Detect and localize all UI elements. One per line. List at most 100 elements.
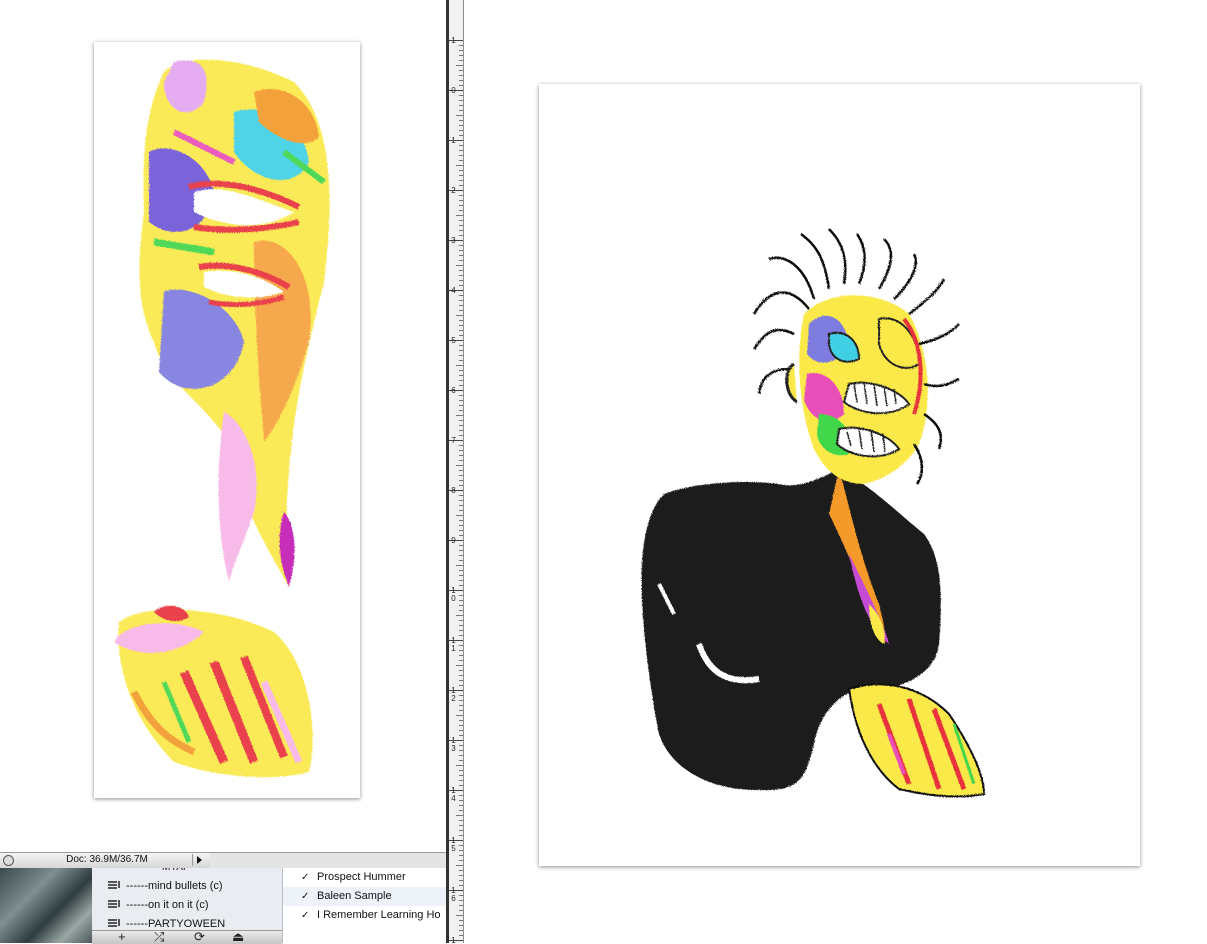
ruler-minor-tick <box>459 685 463 686</box>
ruler-minor-tick <box>459 485 463 486</box>
ruler-minor-tick <box>459 345 463 346</box>
ruler-minor-tick <box>459 160 463 161</box>
ruler-minor-tick <box>459 750 463 751</box>
ruler-minor-tick <box>459 470 463 471</box>
ruler-minor-tick <box>459 235 463 236</box>
ruler-minor-tick <box>459 395 463 396</box>
ruler-minor-tick <box>459 285 463 286</box>
ruler-minor-tick <box>456 515 463 516</box>
track-row[interactable]: ✓ Prospect Hummer <box>283 868 448 887</box>
ruler-minor-tick <box>459 175 463 176</box>
track-list[interactable]: ✓ Prospect Hummer ✓ Baleen Sample ✓ I Remem… <box>283 868 448 943</box>
ruler-minor-tick <box>459 610 463 611</box>
ruler-minor-tick <box>459 310 463 311</box>
ruler-minor-tick <box>459 870 463 871</box>
playlist-controls-bar: + ⤮ ⟳ ⏏ <box>92 930 282 944</box>
playlist-item-label: ------mind bullets (c) <box>126 880 223 892</box>
ruler-minor-tick <box>459 675 463 676</box>
ruler-minor-tick <box>459 80 463 81</box>
ruler-minor-tick <box>459 700 463 701</box>
ruler-minor-tick <box>459 170 463 171</box>
ruler-minor-tick <box>459 720 463 721</box>
add-playlist-button[interactable]: + <box>118 930 126 944</box>
vertical-ruler: 101234567891 01 11 21 31 41 51 61 7 <box>449 0 464 943</box>
ruler-label: 1 0 <box>451 586 456 603</box>
ruler-minor-tick <box>456 815 463 816</box>
ruler-minor-tick <box>459 580 463 581</box>
album-artwork[interactable] <box>0 868 92 943</box>
ruler-minor-tick <box>459 375 463 376</box>
ruler-minor-tick <box>459 850 463 851</box>
crayon-portrait-drawing <box>641 228 986 798</box>
ruler-label: 1 4 <box>451 786 456 803</box>
track-row[interactable]: ✓ Baleen Sample <box>283 887 448 906</box>
ruler-minor-tick <box>459 125 463 126</box>
ruler-minor-tick <box>459 380 463 381</box>
status-menu-arrow-button[interactable] <box>192 854 205 866</box>
ruler-minor-tick <box>459 705 463 706</box>
ruler-minor-tick <box>459 405 463 406</box>
track-checkbox[interactable]: ✓ <box>301 868 311 887</box>
ruler-minor-tick <box>459 635 463 636</box>
repeat-button[interactable]: ⟳ <box>194 930 205 944</box>
music-note-icon <box>108 900 122 909</box>
ruler-minor-tick <box>459 760 463 761</box>
ruler-minor-tick <box>459 560 463 561</box>
ruler-minor-tick <box>456 115 463 116</box>
ruler-minor-tick <box>459 655 463 656</box>
ruler-minor-tick <box>459 930 463 931</box>
ruler-minor-tick <box>459 630 463 631</box>
ruler-minor-tick <box>459 800 463 801</box>
ruler-minor-tick <box>456 765 463 766</box>
ruler-minor-tick <box>459 495 463 496</box>
ruler-minor-tick <box>459 185 463 186</box>
track-checkbox[interactable]: ✓ <box>301 906 311 925</box>
track-checkbox[interactable]: ✓ <box>301 887 311 906</box>
playlist-item[interactable]: ------mind bullets (c) <box>108 877 223 895</box>
ruler-minor-tick <box>459 255 463 256</box>
ruler-minor-tick <box>459 110 463 111</box>
ruler-minor-tick <box>459 320 463 321</box>
playlist-item-partial[interactable]: MYAI <box>162 868 186 877</box>
ruler-minor-tick <box>459 135 463 136</box>
ruler-minor-tick <box>459 820 463 821</box>
ruler-minor-tick <box>459 660 463 661</box>
shuffle-button[interactable]: ⤮ <box>154 930 164 944</box>
ruler-minor-tick <box>459 825 463 826</box>
crayon-drawing-canvas-right[interactable] <box>539 84 1140 866</box>
show-artwork-button[interactable]: ⏏ <box>232 930 244 944</box>
ruler-minor-tick <box>459 200 463 201</box>
status-bar-fill <box>210 852 446 869</box>
ruler-minor-tick <box>459 270 463 271</box>
crayon-drawing-canvas-left[interactable] <box>94 42 360 798</box>
ruler-minor-tick <box>459 325 463 326</box>
left-document-window[interactable] <box>0 0 448 852</box>
track-row[interactable]: ✓ I Remember Learning Ho <box>283 906 448 925</box>
ruler-minor-tick <box>459 60 463 61</box>
ruler-minor-tick <box>459 95 463 96</box>
ruler-minor-tick <box>459 620 463 621</box>
zoom-icon[interactable] <box>3 855 14 866</box>
ruler-minor-tick <box>459 305 463 306</box>
ruler-minor-tick <box>459 50 463 51</box>
ruler-minor-tick <box>459 145 463 146</box>
ruler-minor-tick <box>459 295 463 296</box>
crayon-face-sketch <box>114 59 330 778</box>
ruler-minor-tick <box>459 735 463 736</box>
ruler-minor-tick <box>459 555 463 556</box>
track-title: I Remember Learning Ho <box>317 909 441 921</box>
ruler-minor-tick <box>459 450 463 451</box>
ruler-minor-tick <box>459 625 463 626</box>
ruler-minor-tick <box>456 215 463 216</box>
ruler-minor-tick <box>459 585 463 586</box>
ruler-minor-tick <box>459 755 463 756</box>
ruler-minor-tick <box>456 915 463 916</box>
ruler-minor-tick <box>459 525 463 526</box>
ruler-minor-tick <box>459 805 463 806</box>
ruler-minor-tick <box>459 505 463 506</box>
playlist-item[interactable]: ------on it on it (c) <box>108 896 209 914</box>
ruler-minor-tick <box>459 105 463 106</box>
ruler-minor-tick <box>456 165 463 166</box>
ruler-label: 4 <box>451 286 456 295</box>
ruler-label: 1 <box>451 36 456 45</box>
